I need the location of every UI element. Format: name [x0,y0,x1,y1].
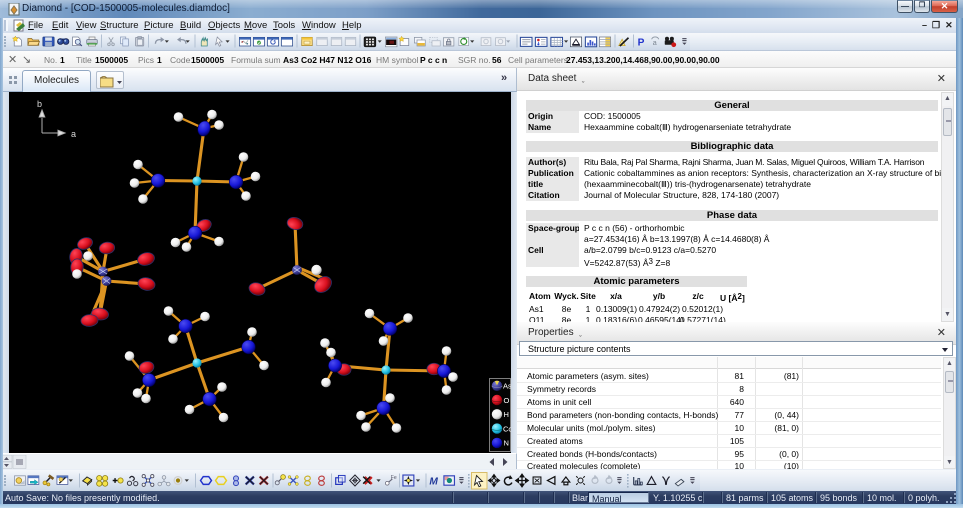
svg-text:P: P [638,37,645,48]
svg-text:H: H [504,410,509,419]
svg-text:Fe: Fe [391,475,397,481]
svg-text:O: O [504,396,510,405]
svg-text:Co: Co [503,424,511,433]
svg-text:M: M [429,476,438,487]
svg-text:As: As [503,382,511,391]
svg-text:a: a [71,129,76,139]
svg-text:N: N [504,439,509,448]
svg-text:a: a [653,39,657,47]
svg-text:b: b [37,99,42,109]
